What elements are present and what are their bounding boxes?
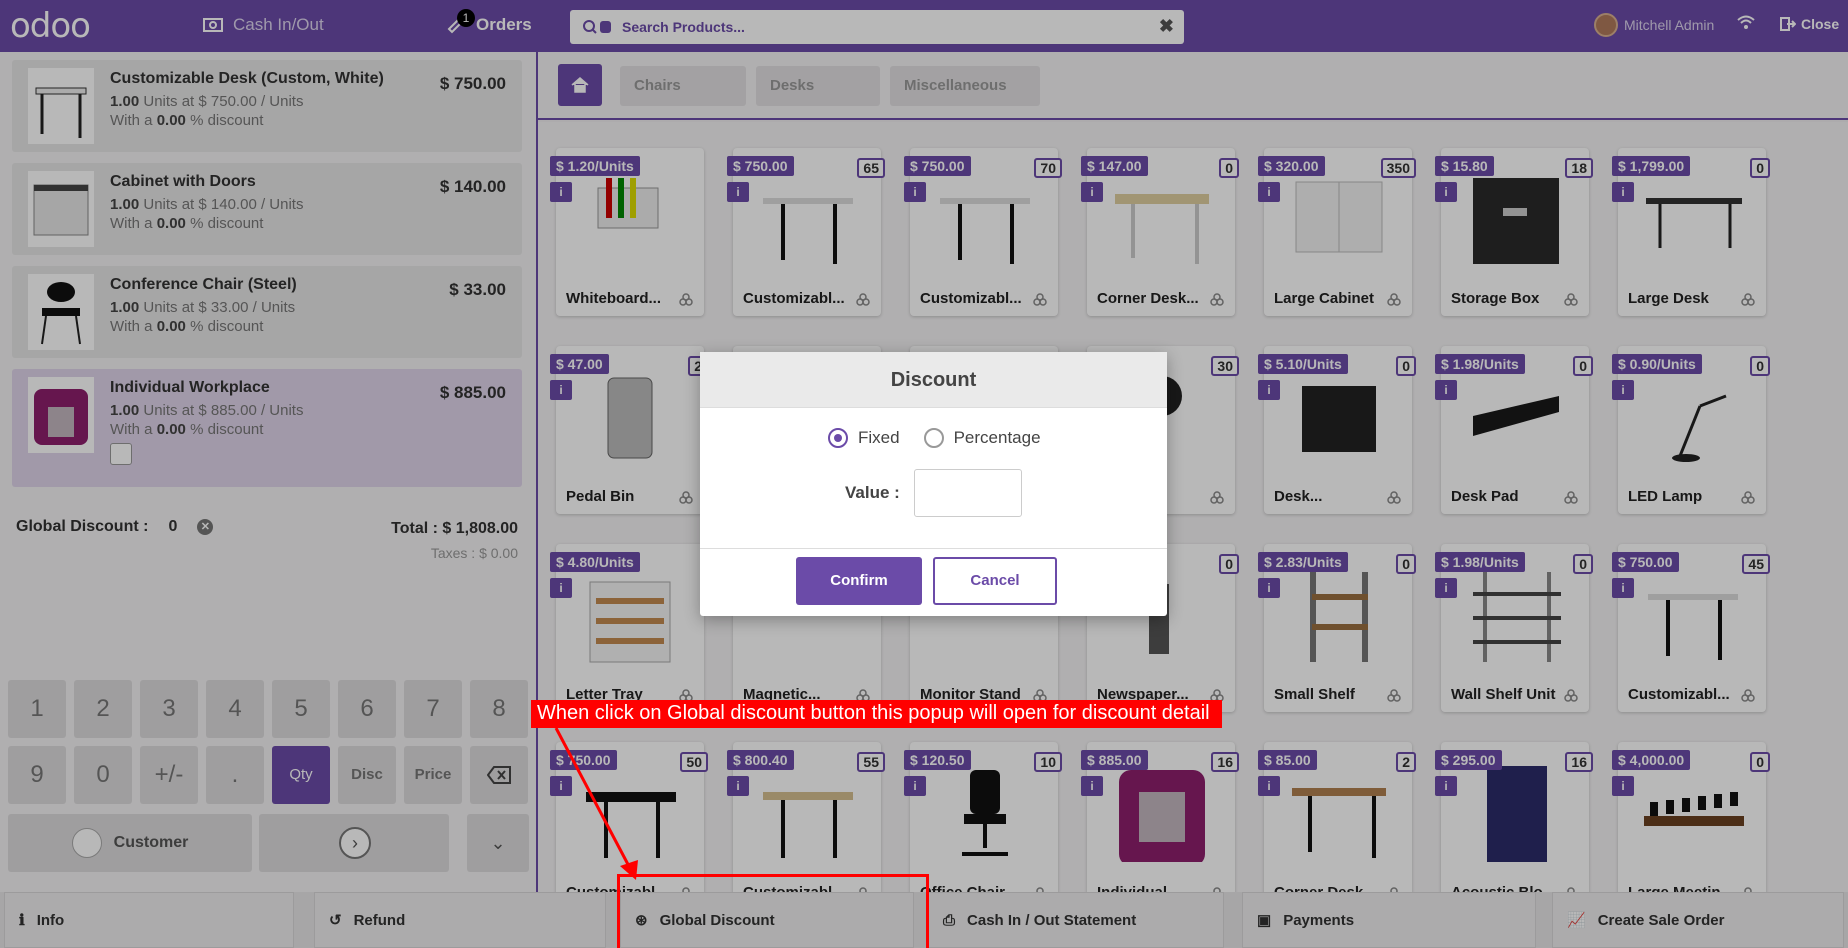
percentage-radio[interactable] [923,428,944,448]
value-label: Value : [845,483,900,502]
dialog-title: Discount [700,352,1167,408]
discount-value-input[interactable] [913,469,1022,517]
cancel-button[interactable]: Cancel [933,557,1057,605]
discount-dialog: Discount Fixed Percentage Value : Confir… [700,352,1167,616]
fixed-label: Fixed [858,428,900,447]
percentage-label: Percentage [953,428,1041,447]
dialog-footer: Confirm Cancel [700,548,1167,616]
discount-type-radios: Fixed Percentage [828,428,1041,448]
annotation-highlight-box [617,874,929,948]
fixed-radio[interactable] [828,428,848,448]
annotation-callout: When click on Global discount button thi… [531,700,1222,728]
value-row: Value : [845,469,1022,517]
confirm-button[interactable]: Confirm [796,557,922,605]
